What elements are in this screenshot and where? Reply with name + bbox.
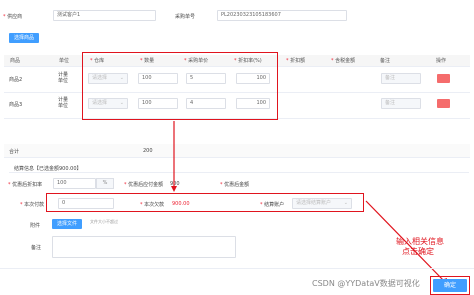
- highlight-box-confirm: [430, 276, 470, 295]
- annotation-line1: 输入相关信息: [396, 237, 444, 246]
- watermark: CSDN @YYDataV数据可视化: [312, 279, 420, 288]
- footer-divider: [0, 268, 474, 269]
- annotation-text: 输入相关信息 点击确定: [396, 237, 444, 257]
- annotation-line2: 点击确定: [402, 247, 434, 256]
- arrow-down-head: [171, 186, 177, 192]
